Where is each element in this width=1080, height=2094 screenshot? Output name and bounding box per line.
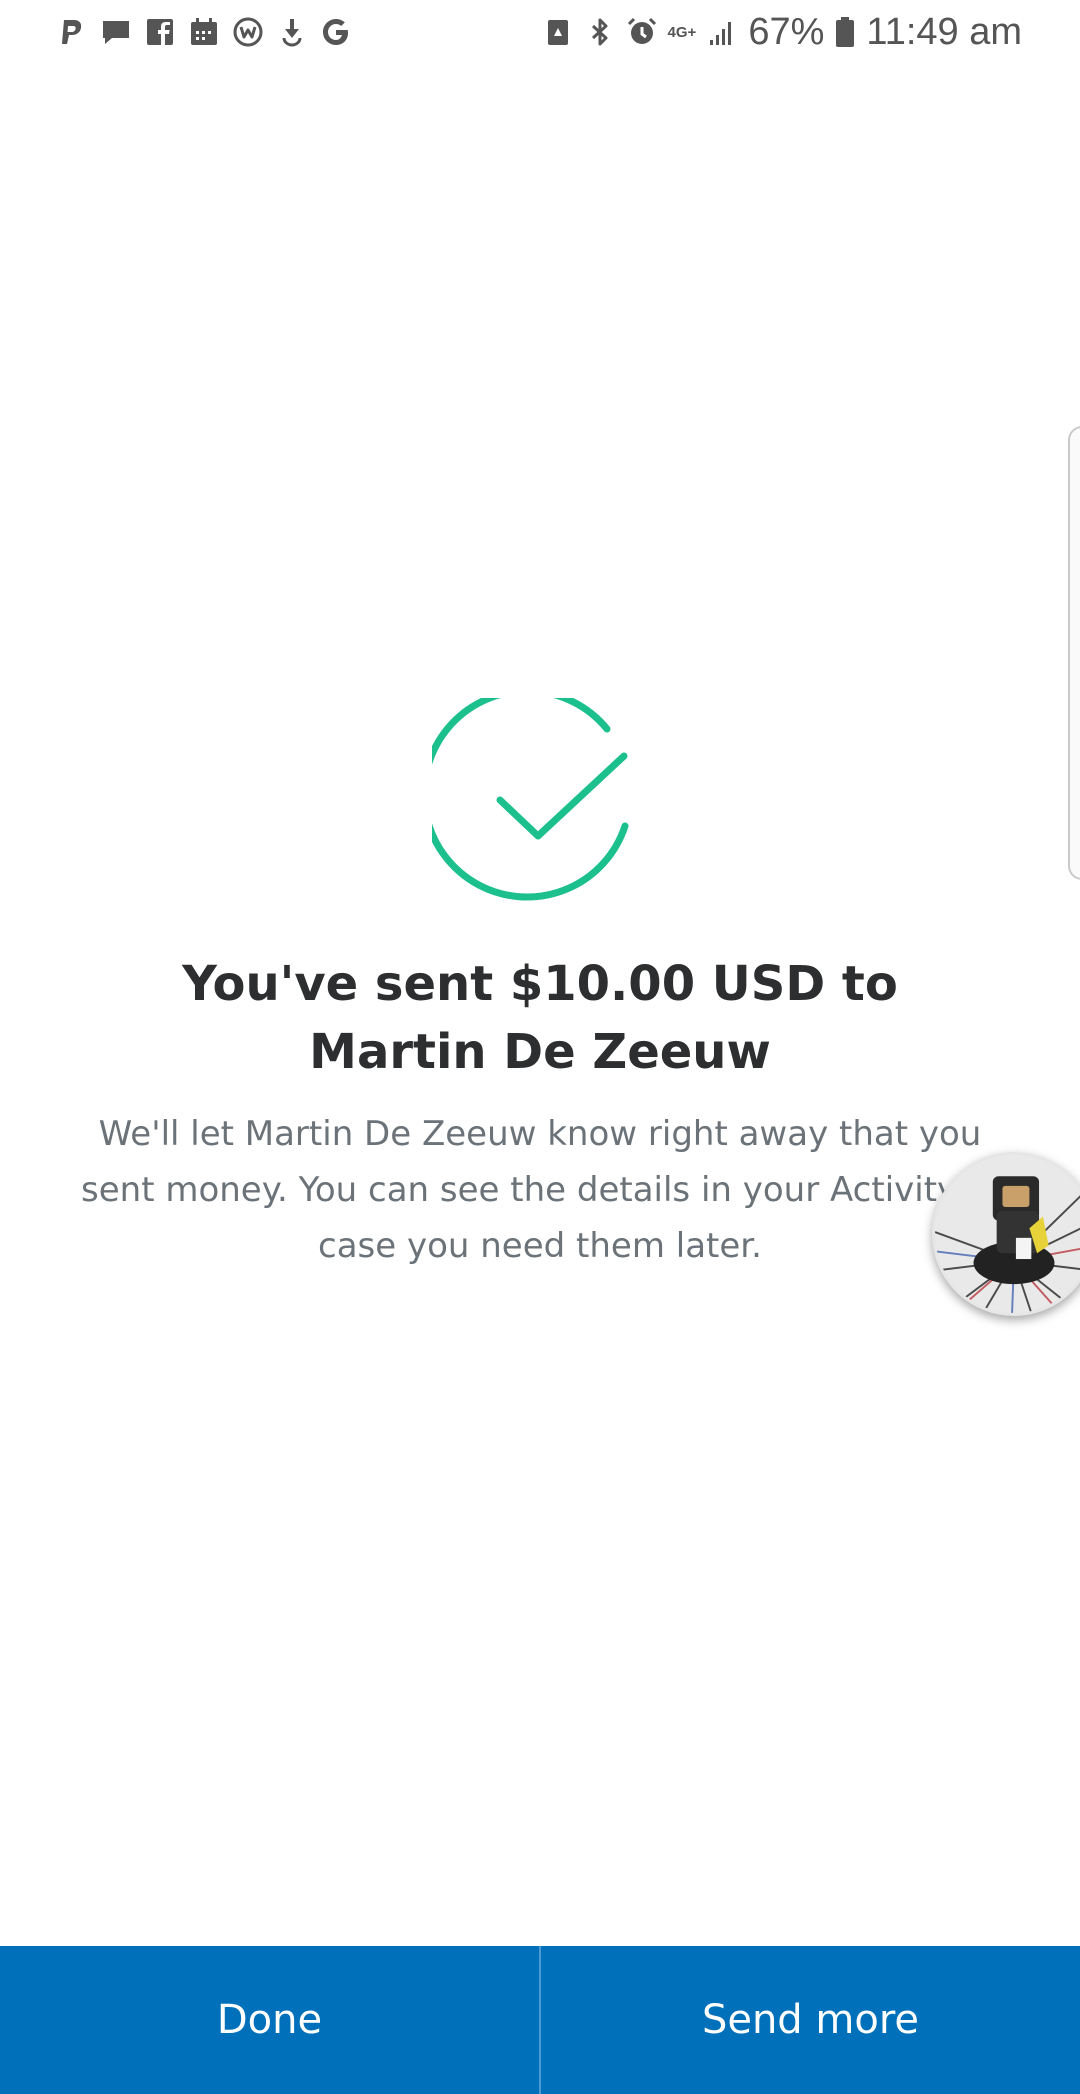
nfc-icon bbox=[542, 16, 574, 48]
battery-percent: 67% bbox=[748, 10, 825, 53]
calendar-icon bbox=[188, 16, 220, 48]
paypal-icon bbox=[56, 16, 88, 48]
google-icon bbox=[320, 16, 352, 48]
done-button[interactable]: Done bbox=[0, 1946, 539, 2094]
message-icon bbox=[100, 16, 132, 48]
bluetooth-icon bbox=[584, 16, 616, 48]
send-more-button[interactable]: Send more bbox=[541, 1946, 1080, 2094]
chat-head-avatar[interactable] bbox=[932, 1152, 1080, 1316]
check-circle-icon bbox=[420, 687, 648, 914]
download-icon bbox=[276, 16, 308, 48]
notification-icons bbox=[56, 12, 352, 52]
clock: 11:49 am bbox=[866, 10, 1022, 53]
edge-panel-handle[interactable] bbox=[1068, 426, 1080, 880]
network-type: 4G+ bbox=[667, 23, 697, 41]
success-description: We'll let Martin De Zeeuw know right awa… bbox=[81, 1114, 999, 1266]
success-headline: You've sent $10.00 USD to Martin De Zeeu… bbox=[182, 956, 898, 1080]
system-status: 4G+ 67% 11:49 am bbox=[542, 10, 1022, 54]
facebook-icon bbox=[144, 16, 176, 48]
battery-icon bbox=[834, 16, 856, 48]
bottom-action-bar: Done Send more bbox=[0, 1946, 1080, 2094]
alarm-icon bbox=[626, 16, 658, 48]
signal-icon bbox=[706, 16, 738, 48]
status-bar: 4G+ 67% 11:49 am bbox=[0, 0, 1080, 68]
workplace-icon bbox=[232, 16, 264, 48]
